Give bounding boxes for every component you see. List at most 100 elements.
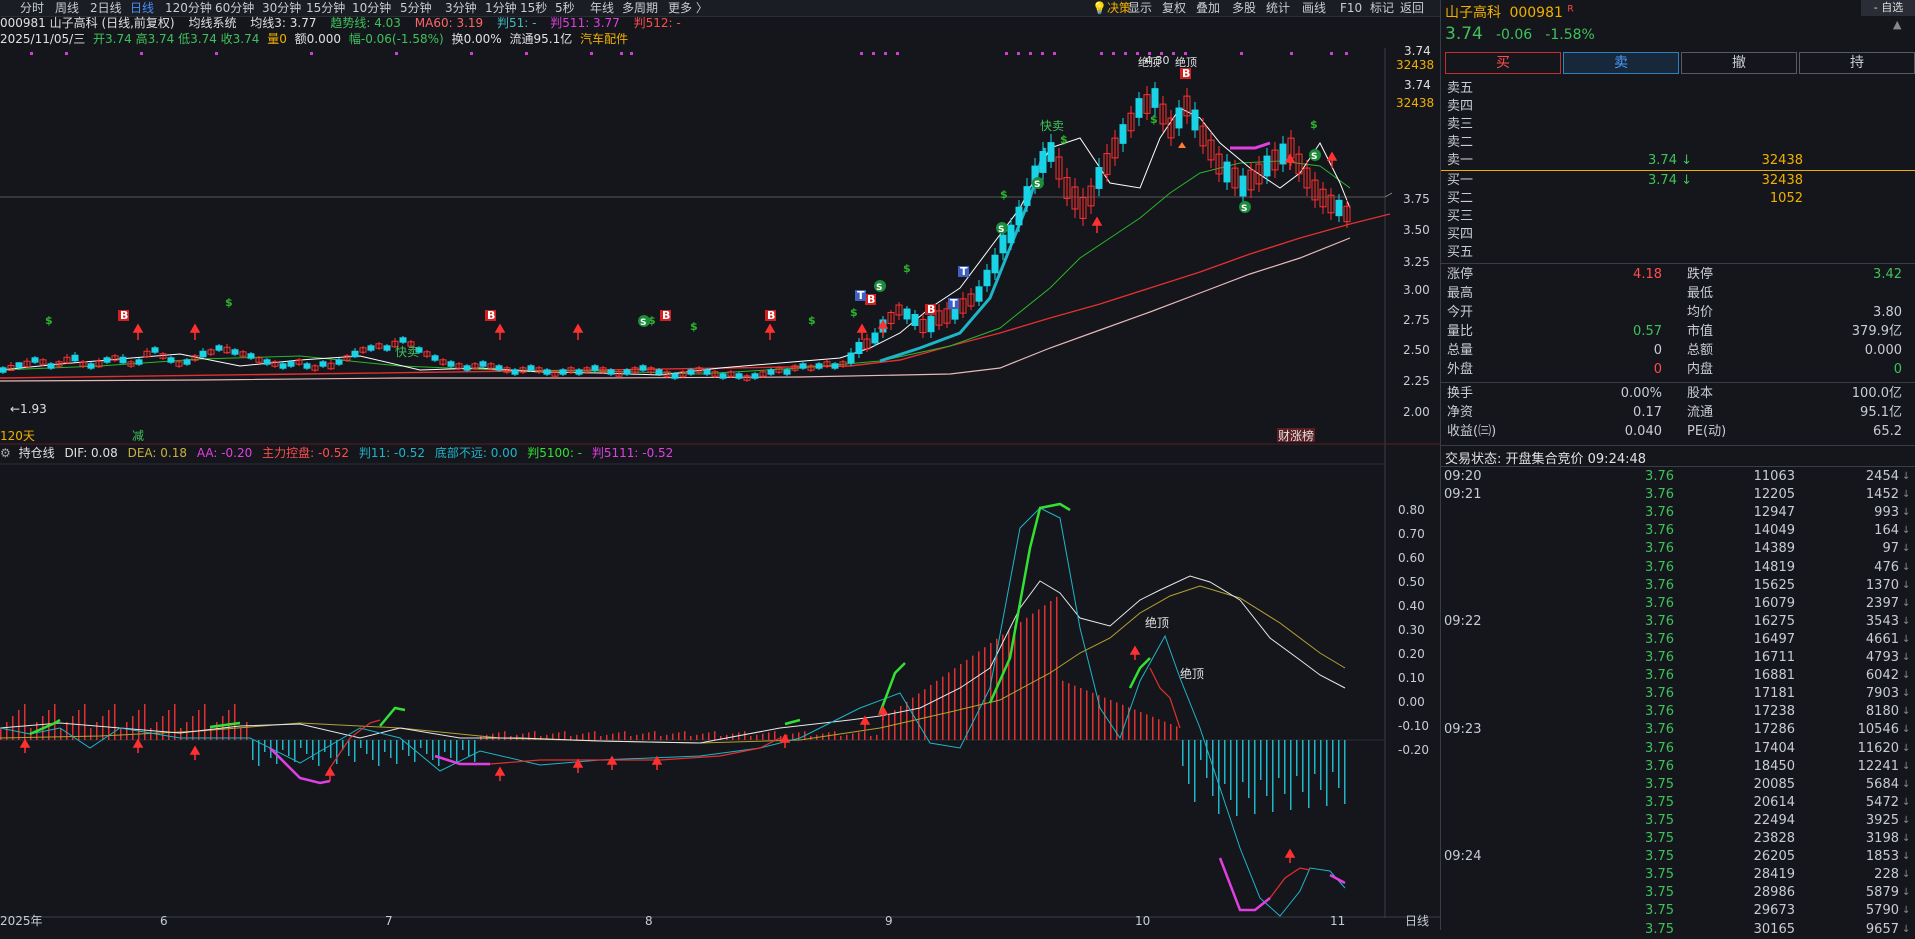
period-tab-2[interactable]: 2日线 [90,0,122,16]
period-tab-11[interactable]: 1分钟 [485,0,517,16]
orderbook-row[interactable]: 买一 3.74 ↓ 32438 [1447,172,1907,190]
candle-body [263,359,271,365]
orderbook-row[interactable]: 卖一 3.74 ↓ 32438 [1447,152,1907,170]
macd-bar [1050,601,1052,740]
macd-bar [330,740,332,758]
orderbook-row[interactable]: 买五 [1447,244,1907,262]
tick-arrow-icon: ↓ [1902,796,1911,808]
green-signal-line-3 [379,706,406,727]
pin-icon[interactable]: ▲ [1893,18,1901,31]
svg-text:$: $ [1150,113,1158,126]
sub-name[interactable]: 持仓线 [19,446,55,460]
tool-button-7[interactable]: F10 [1340,0,1362,16]
macd-bar [780,736,782,740]
tick-row: 3.76 17238 8180 ↓ [1444,703,1912,721]
period-tab-0[interactable]: 分时 [20,0,44,16]
period-tab-15[interactable]: 多周期 [622,0,658,16]
period-tab-6[interactable]: 30分钟 [262,0,301,16]
buy-button[interactable]: 买 [1445,52,1561,74]
candle-body [319,361,327,367]
magenta-signal-line-4 [1329,873,1346,885]
period-tab-10[interactable]: 3分钟 [445,0,477,16]
orderbook-row[interactable]: 买三 [1447,208,1907,226]
period-tab-5[interactable]: 60分钟 [215,0,254,16]
period-tab-8[interactable]: 10分钟 [352,0,391,16]
period-tab-4[interactable]: 120分钟 [165,0,212,16]
self-select-button[interactable]: - 自选 [1861,0,1915,16]
orderbook-row[interactable]: 买四 [1447,226,1907,244]
sub-settings-icon[interactable]: ⚙ [0,446,11,460]
kline-chart[interactable]: B B B B B B B T T T $ $ $ $ $ $ $ $ $ $ … [0,48,1440,930]
macd-bar [1158,719,1160,740]
orderbook-row[interactable]: 卖三 [1447,116,1907,134]
sub-buy-arrows [19,645,1296,863]
tool-button-3[interactable]: 叠加 [1196,0,1220,16]
macd-bar [1170,724,1172,740]
macd-bar [468,740,470,756]
tick-p: 3.76 [1645,559,1674,575]
macd-bar [1068,683,1070,740]
tool-button-2[interactable]: 复权 [1162,0,1186,16]
sub-legend: ⚙ 持仓线 DIF: 0.08 DEA: 0.18 AA: -0.20 主力控盘… [0,446,683,461]
candle-body [351,350,359,358]
macd-bar [594,731,596,740]
orderbook-row[interactable]: 买二 1052 [1447,190,1907,208]
macd-bar [960,664,962,740]
macd-bar [426,740,428,754]
macd-bar [1308,740,1310,808]
tick-row: 3.75 28419 228 ↓ [1444,866,1912,884]
period-tab-13[interactable]: 5秒 [555,0,575,16]
candle-body [655,369,663,375]
tool-button-8[interactable]: 标记 [1370,0,1394,16]
orderbook-row[interactable]: 卖四 [1447,98,1907,116]
tick-n: 97 [1882,541,1899,557]
period-tab-7[interactable]: 15分钟 [306,0,345,16]
period-tab-3[interactable]: 日线 [130,0,154,16]
tool-button-6[interactable]: 画线 [1302,0,1326,16]
period-tab-12[interactable]: 15秒 [520,0,547,16]
macd-bar [1140,712,1142,740]
period-tab-9[interactable]: 5分钟 [400,0,432,16]
macd-bar [516,734,518,740]
period-tab-14[interactable]: 年线 [590,0,614,16]
tool-button-4[interactable]: 多股 [1232,0,1256,16]
macd-bar [696,734,698,740]
candle-body [591,365,599,371]
period-tab-1[interactable]: 周线 [55,0,79,16]
tick-q: 14049 [1753,523,1795,539]
stats-divider [1441,263,1915,264]
tick-arrow-icon: ↓ [1902,706,1911,718]
tick-p: 3.76 [1645,722,1674,738]
cancel-button[interactable]: 撤 [1681,52,1797,74]
macd-bar [186,722,188,740]
sell-button[interactable]: 卖 [1563,52,1679,74]
svg-text:B: B [662,309,670,322]
tick-n: 12241 [1857,758,1899,774]
orderbook-label: 买一 [1447,173,1474,188]
macd-bar [708,732,710,740]
tool-button-9[interactable]: 返回 [1400,0,1424,16]
hold-button[interactable]: 持 [1799,52,1915,74]
svg-text:$: $ [45,314,53,327]
macd-bar [384,740,386,752]
orderbook-row[interactable]: 卖五 [1447,80,1907,98]
finance-badge[interactable]: 财涨榜 [1278,428,1314,443]
stat2-k2: 流通 [1687,405,1714,420]
tick-row: 3.76 16711 4793 ↓ [1444,649,1912,667]
macd-bar [438,740,440,766]
orderbook-label: 买五 [1447,245,1474,260]
period-label[interactable]: 日线 [1405,914,1429,928]
low-price-marker: ←1.93 [10,402,47,416]
macd-bar [246,722,248,740]
ma-system-label[interactable]: 均线系统 [188,16,236,30]
period-tab-16[interactable]: 更多 〉 [668,0,708,16]
tool-button-5[interactable]: 统计 [1266,0,1290,16]
tick-q: 17238 [1753,704,1795,720]
macd-bar [324,740,326,752]
tool-button-1[interactable]: 显示 [1128,0,1152,16]
tick-row: 3.75 20614 5472 ↓ [1444,794,1912,812]
macd-bar [1080,688,1082,740]
orderbook-row[interactable]: 卖二 [1447,134,1907,152]
candle-body [1151,88,1159,108]
tool-button-0[interactable]: 💡决策 [1092,0,1131,16]
